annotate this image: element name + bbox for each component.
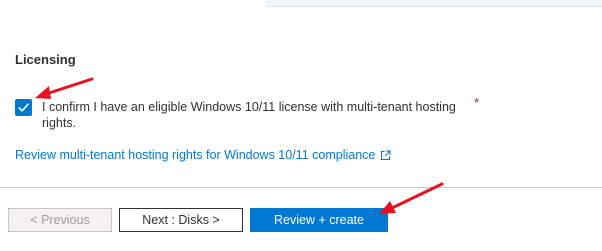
annotation-arrow-checkbox bbox=[35, 77, 94, 99]
footer-divider bbox=[0, 187, 602, 188]
required-marker: * bbox=[474, 95, 480, 110]
checkmark-icon bbox=[18, 103, 29, 112]
license-confirm-label: I confirm I have an eligible Windows 10/… bbox=[42, 100, 456, 130]
review-hosting-rights-link-label: Review multi-tenant hosting rights for W… bbox=[15, 148, 376, 162]
review-hosting-rights-link[interactable]: Review multi-tenant hosting rights for W… bbox=[15, 148, 391, 162]
top-info-panel bbox=[265, 0, 602, 7]
next-disks-button[interactable]: Next : Disks > bbox=[119, 208, 243, 232]
annotation-arrow-review bbox=[379, 182, 444, 214]
review-create-button[interactable]: Review + create bbox=[250, 208, 388, 232]
external-link-icon bbox=[381, 150, 391, 160]
section-title-licensing: Licensing bbox=[15, 52, 76, 67]
previous-button[interactable]: < Previous bbox=[8, 208, 112, 232]
license-confirm-checkbox[interactable] bbox=[15, 99, 32, 116]
